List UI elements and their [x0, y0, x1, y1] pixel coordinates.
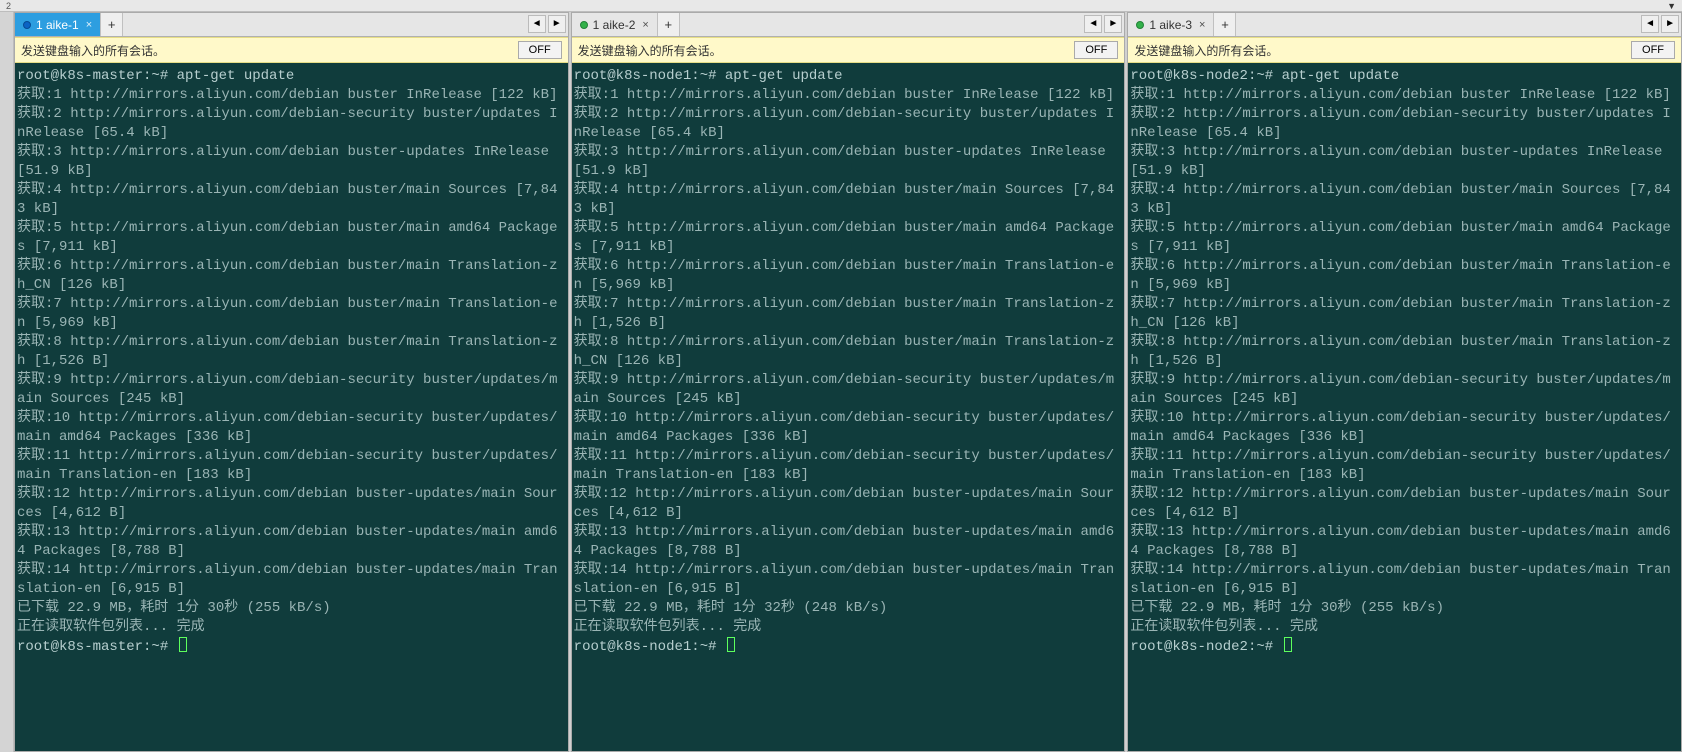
plus-icon: +	[665, 17, 673, 32]
terminal-output-3[interactable]: root@k8s-node2:~# apt-get update 获取:1 ht…	[1128, 63, 1681, 751]
broadcast-infobar: 发送键盘输入的所有会话。 OFF	[15, 37, 568, 63]
terminal-output-2[interactable]: root@k8s-node1:~# apt-get update 获取:1 ht…	[572, 63, 1125, 751]
tab-prev-button[interactable]: ◄	[1641, 15, 1659, 33]
plus-icon: +	[108, 17, 116, 32]
tab-nav: ◄ ►	[1641, 15, 1679, 33]
tab-next-button[interactable]: ►	[1104, 15, 1122, 33]
tab-prev-button[interactable]: ◄	[1084, 15, 1102, 33]
status-dot-icon	[1136, 21, 1144, 29]
infobar-message: 发送键盘输入的所有会话。	[578, 42, 722, 59]
status-dot-icon	[580, 21, 588, 29]
close-icon[interactable]: ×	[1199, 19, 1205, 31]
vertical-gutter	[0, 12, 14, 752]
ruler-dropdown-icon[interactable]: ▼	[1667, 0, 1676, 12]
broadcast-infobar: 发送键盘输入的所有会话。 OFF	[1128, 37, 1681, 63]
tab-label: 1 aike-2	[593, 18, 636, 32]
pane-3: 1 aike-3 × + ◄ ► 发送键盘输入的所有会话。 OFF root@k…	[1127, 12, 1682, 752]
tabbar-3: 1 aike-3 × + ◄ ►	[1128, 13, 1681, 37]
plus-icon: +	[1221, 17, 1229, 32]
tab-next-button[interactable]: ►	[548, 15, 566, 33]
tab-next-button[interactable]: ►	[1661, 15, 1679, 33]
terminal-output-1[interactable]: root@k8s-master:~# apt-get update 获取:1 h…	[15, 63, 568, 751]
broadcast-infobar: 发送键盘输入的所有会话。 OFF	[572, 37, 1125, 63]
broadcast-toggle-button[interactable]: OFF	[518, 41, 562, 59]
broadcast-toggle-button[interactable]: OFF	[1631, 41, 1675, 59]
tab-nav: ◄ ►	[1084, 15, 1122, 33]
tabbar-1: 1 aike-1 × + ◄ ►	[15, 13, 568, 37]
infobar-message: 发送键盘输入的所有会话。	[1134, 42, 1278, 59]
tab-aike-3[interactable]: 1 aike-3 ×	[1128, 13, 1214, 36]
pane-1: 1 aike-1 × + ◄ ► 发送键盘输入的所有会话。 OFF root@k…	[14, 12, 569, 752]
tab-prev-button[interactable]: ◄	[528, 15, 546, 33]
tab-label: 1 aike-1	[36, 18, 79, 32]
tab-aike-2[interactable]: 1 aike-2 ×	[572, 13, 658, 36]
tab-aike-1[interactable]: 1 aike-1 ×	[15, 13, 101, 36]
tabbar-2: 1 aike-2 × + ◄ ►	[572, 13, 1125, 37]
tab-add-button[interactable]: +	[1214, 13, 1236, 36]
tab-label: 1 aike-3	[1149, 18, 1192, 32]
tab-add-button[interactable]: +	[101, 13, 123, 36]
tab-add-button[interactable]: +	[658, 13, 680, 36]
pane-2: 1 aike-2 × + ◄ ► 发送键盘输入的所有会话。 OFF root@k…	[571, 12, 1126, 752]
tab-nav: ◄ ►	[528, 15, 566, 33]
ruler-mark: 2	[6, 1, 11, 11]
broadcast-toggle-button[interactable]: OFF	[1074, 41, 1118, 59]
ruler-bar: 2 ▼	[0, 0, 1682, 12]
panes-container: 1 aike-1 × + ◄ ► 发送键盘输入的所有会话。 OFF root@k…	[0, 12, 1682, 752]
close-icon[interactable]: ×	[642, 19, 648, 31]
infobar-message: 发送键盘输入的所有会话。	[21, 42, 165, 59]
status-dot-icon	[23, 21, 31, 29]
close-icon[interactable]: ×	[86, 19, 92, 31]
